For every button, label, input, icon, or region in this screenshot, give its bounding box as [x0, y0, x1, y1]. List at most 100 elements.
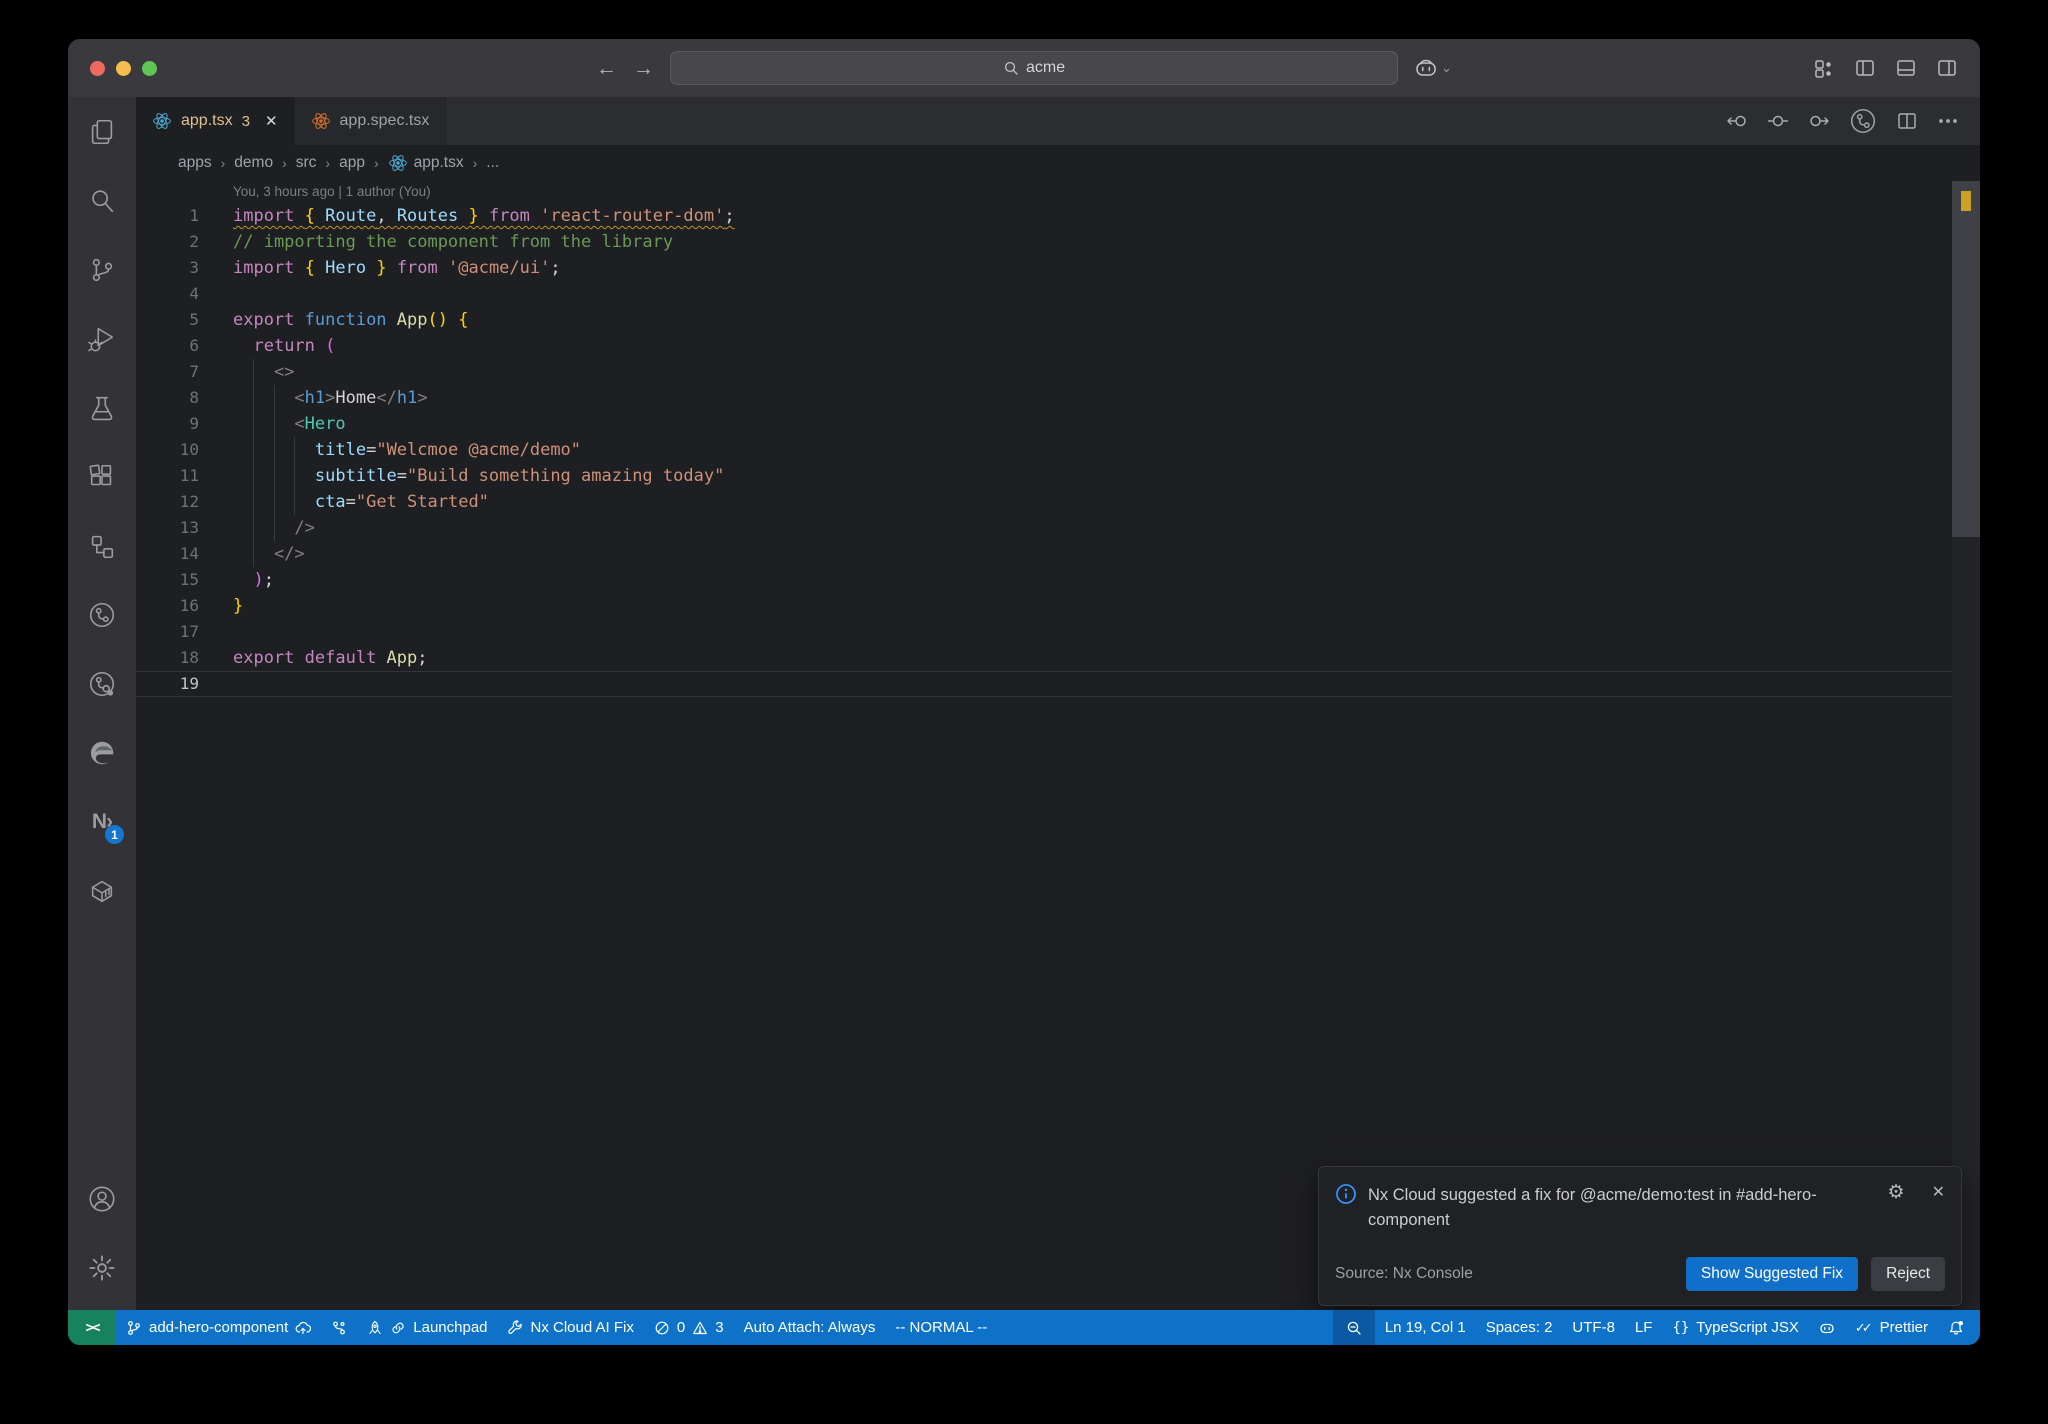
beaker-icon	[87, 393, 117, 423]
sidebar-item-nx-project-graph[interactable]	[68, 580, 136, 649]
sidebar-item-nx-tasks[interactable]	[68, 649, 136, 718]
line-number: 15	[179, 570, 199, 589]
braces-icon: {}	[1672, 1320, 1690, 1336]
status-scm-graph-item[interactable]	[321, 1310, 357, 1345]
status-eol[interactable]: LF	[1625, 1310, 1663, 1345]
breadcrumb-item[interactable]: src	[296, 154, 317, 172]
show-suggested-fix-button[interactable]: Show Suggested Fix	[1685, 1257, 1859, 1291]
token: from	[386, 258, 448, 278]
status-copilot-status[interactable]	[1809, 1310, 1845, 1345]
code-line: 13 />	[136, 515, 1980, 541]
edge-icon	[87, 738, 117, 768]
copilot-icon	[1414, 56, 1438, 80]
status-auto-attach-item[interactable]: Auto Attach: Always	[734, 1310, 886, 1345]
token: '@acme/ui'	[448, 258, 551, 278]
line-number: 9	[189, 414, 199, 433]
status-encoding[interactable]: UTF-8	[1562, 1310, 1625, 1345]
indent-guide	[273, 385, 275, 541]
sidebar-item-source-control[interactable]	[68, 235, 136, 304]
token: title	[314, 440, 367, 460]
token: }	[233, 596, 244, 616]
nav-forward-icon[interactable]: →	[633, 58, 654, 79]
close-window-button[interactable]	[90, 60, 105, 76]
tab-close-icon[interactable]: ✕	[265, 112, 278, 130]
code-editor[interactable]: You, 3 hours ago | 1 author (You) 1 impor…	[136, 181, 1980, 1310]
tabs: app.tsx 3 ✕ app.spec.tsx	[136, 97, 447, 145]
status-launchpad-item[interactable]: Launchpad	[357, 1310, 497, 1345]
search-icon	[87, 186, 117, 216]
code-line: 6 return (	[136, 333, 1980, 359]
status-cursor-position[interactable]: Ln 19, Col 1	[1375, 1310, 1476, 1345]
customize-layout-icon[interactable]	[1813, 57, 1835, 79]
sidebar-item-nx-console[interactable]: N› 1	[68, 787, 136, 856]
sidebar-item-extensions[interactable]	[68, 442, 136, 511]
nav-forward-circle-icon[interactable]	[1807, 109, 1831, 133]
code-text: );	[233, 567, 274, 593]
tab-app-spec-tsx[interactable]: app.spec.tsx	[294, 97, 447, 145]
panel-right-icon[interactable]	[1936, 57, 1958, 79]
copilot-icon	[1819, 1320, 1835, 1336]
copilot-menu[interactable]: ⌄	[1414, 56, 1452, 80]
sidebar-item-containers[interactable]	[68, 856, 136, 925]
code-text: import { Hero } from '@acme/ui';	[233, 255, 561, 281]
status-nx-cloud-ai-fix-item[interactable]: Nx Cloud AI Fix	[498, 1310, 644, 1345]
status-vim-mode-item[interactable]: -- NORMAL --	[885, 1310, 997, 1345]
nav-back-icon[interactable]: ←	[596, 58, 617, 79]
notification-close-icon[interactable]: ✕	[1932, 1183, 1945, 1202]
breadcrumb-item[interactable]: app	[339, 154, 365, 172]
scrollbar-track[interactable]	[1952, 181, 1980, 1310]
token: )	[253, 570, 264, 590]
sidebar-item-edge-tools[interactable]	[68, 718, 136, 787]
sidebar-item-search[interactable]	[68, 166, 136, 235]
breadcrumb-item[interactable]: apps	[178, 154, 212, 172]
account-icon	[87, 1184, 117, 1214]
sidebar-item-testing[interactable]	[68, 373, 136, 442]
panel-bottom-icon[interactable]	[1895, 57, 1917, 79]
panel-left-icon[interactable]	[1854, 57, 1876, 79]
tab-app-tsx[interactable]: app.tsx 3 ✕	[136, 97, 295, 145]
command-center-search[interactable]: acme	[670, 51, 1399, 85]
token: 'react-router-dom'	[540, 206, 725, 226]
sidebar-item-explorer[interactable]	[68, 97, 136, 166]
overview-warning-marker	[1961, 191, 1971, 211]
token: subtitle	[314, 466, 397, 486]
reject-button[interactable]: Reject	[1871, 1257, 1945, 1291]
maximize-window-button[interactable]	[142, 60, 157, 76]
breadcrumb-item[interactable]: app.tsx	[388, 153, 464, 173]
graph-circle-icon[interactable]	[1848, 106, 1878, 136]
status-language-mode[interactable]: {} TypeScript JSX	[1662, 1310, 1808, 1345]
ellipsis-icon[interactable]	[1936, 109, 1960, 133]
sidebar-item-manage-settings[interactable]	[68, 1233, 136, 1302]
sidebar-item-accounts[interactable]	[68, 1164, 136, 1233]
circle-compare-icon[interactable]	[1766, 109, 1790, 133]
notification-settings-icon[interactable]: ⚙	[1888, 1183, 1905, 1202]
minimize-window-button[interactable]	[116, 60, 131, 76]
token: {	[458, 310, 469, 330]
status-remote-indicator[interactable]: ><	[68, 1310, 116, 1345]
status-prettier[interactable]: ✓✓ Prettier	[1845, 1310, 1938, 1345]
token: Hero	[325, 258, 367, 278]
info-icon	[1335, 1183, 1357, 1205]
code-line: 8 <h1>Home</h1>	[136, 385, 1980, 411]
token: import	[233, 258, 305, 278]
nav-back-circle-icon[interactable]	[1725, 109, 1749, 133]
editor-group: app.tsx 3 ✕ app.spec.tsx apps › demo › src › app ›…	[136, 97, 1980, 1310]
breadcrumb-label: src	[295, 154, 317, 171]
code-text: </>	[233, 541, 305, 567]
status-git-branch-item[interactable]: add-hero-component	[116, 1310, 321, 1345]
status-indentation[interactable]: Spaces: 2	[1476, 1310, 1563, 1345]
code-text: subtitle="Build something amazing today"	[233, 463, 724, 489]
status-zoom-indicator[interactable]	[1332, 1310, 1375, 1345]
code-text: }	[233, 593, 243, 619]
breadcrumb-separator: ›	[325, 155, 331, 171]
status-label: Auto Attach: Always	[743, 1319, 876, 1336]
status-problems-item[interactable]: 03	[644, 1310, 734, 1345]
sidebar-item-references-view[interactable]	[68, 511, 136, 580]
split-editor-icon[interactable]	[1895, 109, 1919, 133]
scrollbar-thumb[interactable]	[1952, 181, 1980, 537]
breadcrumb-item[interactable]: demo	[234, 154, 273, 172]
breadcrumb-item[interactable]: ...	[486, 154, 499, 172]
status-notifications-bell[interactable]	[1938, 1310, 1974, 1345]
sidebar-item-run-and-debug[interactable]	[68, 304, 136, 373]
